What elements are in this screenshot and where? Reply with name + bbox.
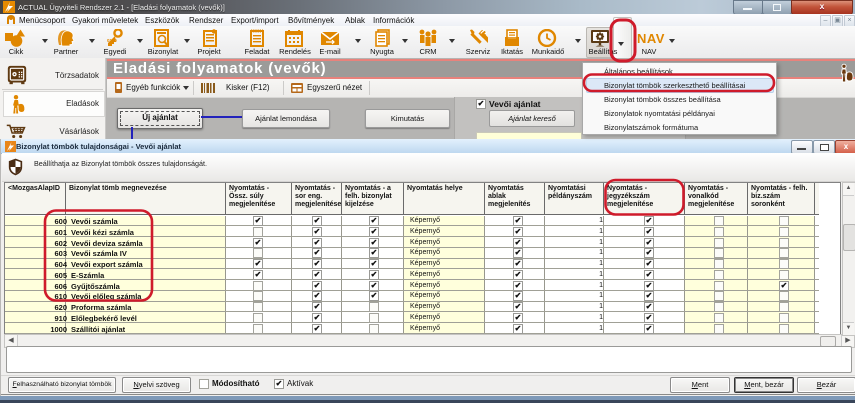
svg-text:0110: 0110	[107, 38, 117, 43]
